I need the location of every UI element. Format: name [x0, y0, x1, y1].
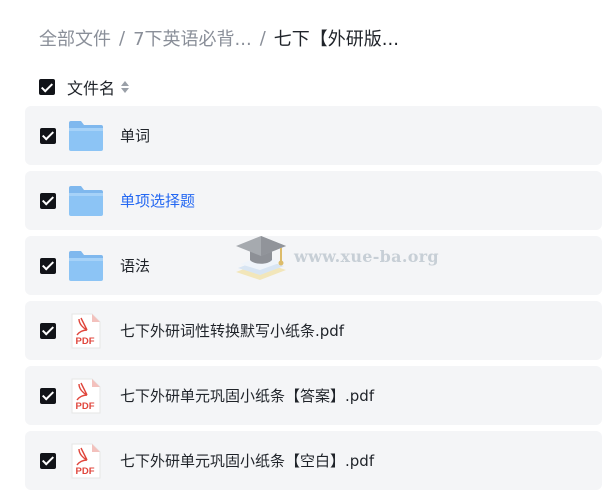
watermark: www.xue-ba.org: [232, 232, 439, 282]
pdf-icon-label: PDF: [76, 466, 95, 477]
file-row[interactable]: PDF 七下外研词性转换默写小纸条.pdf: [25, 301, 602, 360]
file-name[interactable]: 七下外研单元巩固小纸条【答案】.pdf: [120, 385, 374, 407]
file-name[interactable]: 语法: [120, 255, 150, 277]
folder-icon: [68, 118, 104, 154]
breadcrumb-separator: /: [119, 27, 126, 49]
folder-icon: [68, 248, 104, 284]
file-name[interactable]: 单项选择题: [120, 190, 195, 212]
pdf-icon: PDF: [68, 378, 104, 414]
breadcrumb-level1[interactable]: 7下英语必背...: [133, 25, 252, 51]
pdf-icon-label: PDF: [76, 401, 95, 412]
file-row[interactable]: 单词: [25, 106, 602, 165]
pdf-icon: PDF: [68, 313, 104, 349]
pdf-icon-label: PDF: [76, 336, 95, 347]
file-name[interactable]: 单词: [120, 125, 150, 147]
row-checkbox[interactable]: [40, 127, 56, 144]
pdf-icon: PDF: [68, 443, 104, 479]
row-checkbox[interactable]: [40, 192, 56, 209]
breadcrumb-separator: /: [259, 27, 266, 49]
breadcrumb-root[interactable]: 全部文件: [39, 25, 111, 51]
watermark-text: www.xue-ba.org: [294, 247, 439, 266]
row-checkbox[interactable]: [40, 257, 56, 274]
file-row[interactable]: PDF 七下外研单元巩固小纸条【答案】.pdf: [25, 366, 602, 425]
row-checkbox[interactable]: [40, 452, 56, 469]
file-row[interactable]: PDF 七下外研单元巩固小纸条【空白】.pdf: [25, 431, 602, 490]
row-checkbox[interactable]: [40, 387, 56, 404]
file-name[interactable]: 七下外研单元巩固小纸条【空白】.pdf: [120, 450, 374, 472]
file-name[interactable]: 七下外研词性转换默写小纸条.pdf: [120, 320, 344, 342]
graduation-cap-icon: [236, 236, 286, 280]
column-header-name[interactable]: 文件名: [67, 75, 115, 99]
select-all-checkbox[interactable]: [39, 79, 55, 95]
folder-icon: [68, 183, 104, 219]
breadcrumb-current: 七下【外研版...: [273, 29, 399, 50]
file-list-header: 文件名: [39, 75, 130, 99]
file-list: 单词单项选择题语法 PDF 七下外研词性转换默写小纸条.pdf PDF 七下外研单元巩固…: [25, 106, 602, 496]
row-checkbox[interactable]: [40, 322, 56, 339]
sort-icon[interactable]: [121, 80, 130, 94]
file-row[interactable]: 单项选择题: [25, 171, 602, 230]
breadcrumb: 全部文件 / 7下英语必背... / 七下【外研版...: [39, 25, 399, 51]
